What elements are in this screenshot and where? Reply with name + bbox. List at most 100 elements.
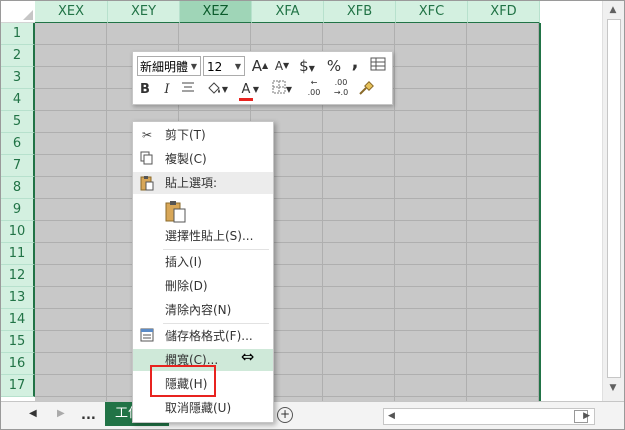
- row-header[interactable]: 5: [1, 111, 35, 133]
- add-sheet-icon[interactable]: +: [277, 407, 293, 423]
- more-sheets-button[interactable]: ...: [81, 408, 96, 423]
- fill-color-button[interactable]: ▼: [203, 80, 231, 100]
- column-header-row: XEX XEY XEZ XFA XFB XFC XFD: [1, 1, 602, 24]
- currency-button[interactable]: $▼: [295, 56, 319, 76]
- row-header-column: 1 2 3 4 5 6 7 8 9 10 11 12 13 14 15 16 1…: [1, 23, 35, 401]
- column-header-xfd[interactable]: XFD: [468, 1, 540, 24]
- mini-toolbar: 新細明體 ▼ 12 ▼ A▲ A▼ $▼ % , B I ▼ A ▼ ▼ ← .00: [132, 51, 393, 105]
- row-header[interactable]: 12: [1, 265, 35, 287]
- paste-button[interactable]: [165, 200, 186, 223]
- increase-decimal-bottom: .00: [307, 88, 321, 97]
- select-all-corner[interactable]: [1, 1, 36, 23]
- row-header[interactable]: 17: [1, 375, 35, 397]
- menu-item-cut[interactable]: ✂ 剪下(T): [133, 124, 273, 146]
- menu-item-insert[interactable]: 插入(I): [133, 251, 273, 273]
- bold-button[interactable]: B: [137, 80, 153, 100]
- format-painter-button[interactable]: [357, 80, 375, 100]
- paint-bucket-icon: [208, 82, 220, 94]
- clipboard-icon: [139, 175, 155, 191]
- empty-header-area: [540, 1, 602, 24]
- row-header[interactable]: 11: [1, 243, 35, 265]
- row-header[interactable]: 3: [1, 67, 35, 89]
- next-sheet-icon[interactable]: ▶: [57, 408, 65, 419]
- paste-clipboard-icon: [165, 201, 186, 223]
- format-table-icon: [370, 57, 386, 71]
- menu-item-label: 複製(C): [165, 152, 207, 166]
- row-header[interactable]: 16: [1, 353, 35, 375]
- row-header[interactable]: 8: [1, 177, 35, 199]
- increase-decimal-top: ←: [310, 78, 318, 87]
- menu-item-format-cells[interactable]: 儲存格格式(F)...: [133, 325, 273, 347]
- column-header-xfb[interactable]: XFB: [324, 1, 396, 24]
- menu-item-paste-special[interactable]: 選擇性貼上(S)...: [133, 225, 273, 247]
- paste-options-header: 貼上選項:: [133, 172, 273, 194]
- sheet-tab-bar: ◀ ▶ ... 工作 + ◀ ▶: [1, 401, 624, 429]
- column-header-xez[interactable]: XEZ: [180, 1, 252, 24]
- menu-item-delete[interactable]: 刪除(D): [133, 275, 273, 297]
- grow-font-button[interactable]: A▲: [251, 56, 269, 76]
- font-size-dropdown[interactable]: 12 ▼: [203, 56, 245, 76]
- row-header[interactable]: 6: [1, 133, 35, 155]
- scroll-down-arrow-icon[interactable]: ▼: [607, 383, 619, 393]
- excel-window: XEX XEY XEZ XFA XFB XFC XFD 1 2 3 4 5 6 …: [0, 0, 625, 430]
- menu-item-label: 刪除(D): [165, 279, 208, 293]
- center-align-button[interactable]: [179, 80, 197, 100]
- row-header[interactable]: 13: [1, 287, 35, 309]
- menu-separator: [163, 249, 269, 250]
- italic-button[interactable]: I: [159, 80, 175, 100]
- menu-item-label: 貼上選項:: [165, 176, 218, 190]
- shrink-font-button[interactable]: A▼: [273, 56, 291, 76]
- menu-item-label: 取消隱藏(U): [165, 401, 232, 415]
- column-header-xfc[interactable]: XFC: [396, 1, 468, 24]
- font-color-button[interactable]: A ▼: [235, 80, 263, 101]
- column-header-xey[interactable]: XEY: [108, 1, 180, 24]
- currency-icon: $: [299, 57, 309, 75]
- decrease-decimal-bottom: →.0: [333, 88, 349, 97]
- font-name-value: 新細明體: [140, 60, 189, 74]
- row-header[interactable]: 4: [1, 89, 35, 111]
- resize-cursor-icon: ⇔: [241, 347, 255, 366]
- scroll-up-arrow-icon[interactable]: ▲: [607, 5, 619, 15]
- vertical-scroll-thumb[interactable]: [607, 19, 621, 378]
- menu-item-label: 選擇性貼上(S)...: [165, 229, 254, 243]
- row-header[interactable]: 2: [1, 45, 35, 67]
- chevron-down-icon: ▼: [190, 62, 197, 71]
- scroll-left-arrow-icon[interactable]: ◀: [388, 411, 395, 421]
- prev-sheet-icon[interactable]: ◀: [29, 408, 37, 419]
- menu-item-label: 儲存格格式(F)...: [165, 329, 253, 343]
- row-header[interactable]: 14: [1, 309, 35, 331]
- align-center-icon: [182, 82, 194, 92]
- row-header[interactable]: 1: [1, 23, 35, 45]
- scissors-icon: ✂: [141, 128, 153, 142]
- format-table-button[interactable]: [369, 56, 387, 76]
- font-name-dropdown[interactable]: 新細明體 ▼: [137, 56, 201, 76]
- menu-item-unhide[interactable]: 取消隱藏(U): [133, 397, 273, 419]
- font-color-icon: A: [238, 82, 253, 101]
- menu-item-clear-contents[interactable]: 清除內容(N): [133, 299, 273, 321]
- menu-item-copy[interactable]: 複製(C): [133, 148, 273, 170]
- percent-button[interactable]: %: [325, 56, 343, 76]
- row-header[interactable]: 15: [1, 331, 35, 353]
- chevron-down-icon: ▼: [234, 62, 241, 71]
- menu-separator: [163, 323, 269, 324]
- scroll-right-arrow-icon[interactable]: ▶: [583, 411, 590, 421]
- menu-item-label: 清除內容(N): [165, 303, 232, 317]
- highlight-box-hide: [150, 365, 216, 397]
- column-header-xfa[interactable]: XFA: [252, 1, 324, 24]
- shrink-font-icon: A: [274, 59, 284, 73]
- horizontal-scrollbar[interactable]: ◀ ▶: [383, 408, 595, 425]
- row-header[interactable]: 10: [1, 221, 35, 243]
- format-painter-icon: [359, 81, 374, 95]
- decrease-decimal-top: .00: [334, 78, 348, 87]
- format-cells-icon: [139, 328, 155, 344]
- borders-button[interactable]: ▼: [269, 80, 295, 100]
- comma-style-button[interactable]: ,: [347, 53, 363, 73]
- column-header-xex[interactable]: XEX: [35, 1, 108, 24]
- increase-decimal-button[interactable]: ← .00: [303, 78, 325, 98]
- font-size-value: 12: [207, 60, 223, 74]
- row-header[interactable]: 7: [1, 155, 35, 177]
- vertical-scrollbar[interactable]: ▲ ▼: [602, 1, 624, 401]
- row-header[interactable]: 9: [1, 199, 35, 221]
- menu-item-label: 插入(I): [165, 255, 202, 269]
- decrease-decimal-button[interactable]: .00 →.0: [329, 78, 353, 98]
